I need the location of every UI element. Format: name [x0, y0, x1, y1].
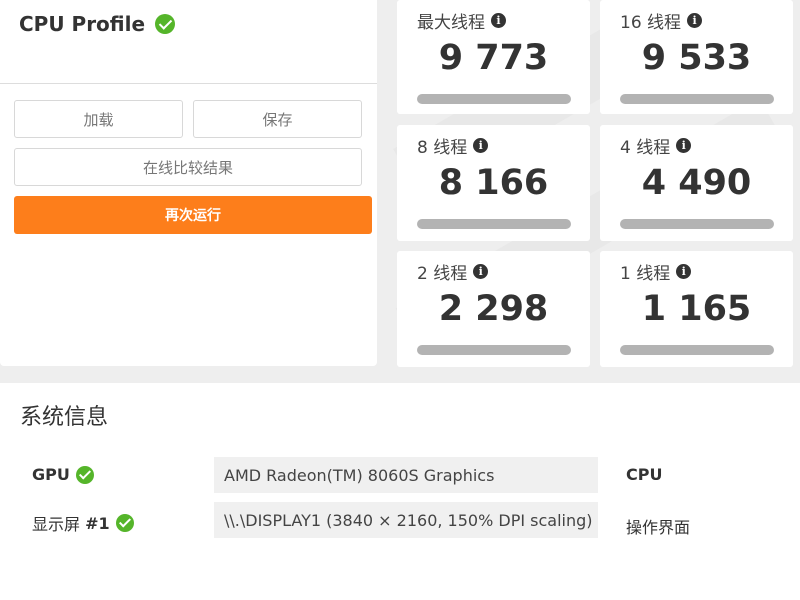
- tile-label: 16 线程 i: [620, 8, 703, 33]
- score-value: 9 533: [641, 38, 752, 78]
- gpu-label: GPU: [32, 465, 94, 484]
- score-tile-16-threads: 16 线程 i 9 533: [600, 0, 793, 114]
- cpu-label: CPU: [626, 465, 663, 484]
- gpu-value: AMD Radeon(TM) 8060S Graphics: [214, 457, 598, 493]
- section-title: 系统信息: [20, 405, 109, 430]
- score-value: 2 298: [438, 289, 549, 329]
- cpu-profile-panel: CPU Profile 加载 保存 在线比较结果 再次运行: [0, 0, 377, 366]
- tile-label: 4 线程 i: [620, 133, 692, 158]
- score-tile-1-thread: 1 线程 i 1 165: [600, 251, 793, 367]
- score-tile-max-threads: 最大线程 i 9 773: [397, 0, 590, 114]
- page-title: CPU Profile: [19, 12, 176, 36]
- info-icon[interactable]: i: [676, 264, 692, 279]
- info-icon[interactable]: i: [473, 138, 489, 153]
- check-circle-icon: [115, 514, 134, 532]
- tile-label: 2 线程 i: [417, 259, 489, 284]
- tile-label: 1 线程 i: [620, 259, 692, 284]
- tile-label-text: 8 线程: [417, 138, 468, 158]
- info-icon[interactable]: i: [687, 13, 703, 28]
- score-bar: [620, 345, 774, 355]
- score-value: 8 166: [438, 163, 549, 203]
- tile-label: 8 线程 i: [417, 133, 489, 158]
- check-circle-icon: [155, 14, 176, 34]
- tile-label-text: 最大线程: [417, 13, 485, 33]
- info-icon[interactable]: i: [676, 138, 692, 153]
- info-icon[interactable]: i: [491, 13, 506, 28]
- display-label: 显示屏 #1: [32, 511, 134, 535]
- tile-label-text: 1 线程: [620, 264, 671, 284]
- display-value: \\.\DISPLAY1 (3840 × 2160, 150% DPI scal…: [214, 502, 598, 538]
- score-value: 9 773: [438, 38, 549, 78]
- page-title-text: CPU Profile: [19, 12, 146, 36]
- tile-label-text: 4 线程: [620, 138, 671, 158]
- score-bar: [620, 94, 774, 104]
- tile-label-text: 2 线程: [417, 264, 468, 284]
- score-value: 4 490: [641, 163, 752, 203]
- score-tile-2-threads: 2 线程 i 2 298: [397, 251, 590, 367]
- score-tile-4-threads: 4 线程 i 4 490: [600, 125, 793, 241]
- info-icon[interactable]: i: [473, 264, 489, 279]
- score-bar: [417, 345, 571, 355]
- score-bar: [417, 94, 571, 104]
- score-bar: [620, 219, 774, 229]
- display-label-prefix: 显示屏: [32, 515, 86, 534]
- load-button[interactable]: 加载: [14, 100, 183, 138]
- check-circle-icon: [75, 465, 94, 484]
- compare-online-button[interactable]: 在线比较结果: [14, 148, 362, 186]
- score-tile-8-threads: 8 线程 i 8 166: [397, 125, 590, 241]
- save-button[interactable]: 保存: [193, 100, 362, 138]
- os-label: 操作界面: [626, 518, 691, 537]
- display-label-number: #1: [85, 513, 110, 533]
- tile-label-text: 16 线程: [620, 13, 682, 33]
- tile-label: 最大线程 i: [417, 8, 506, 33]
- gpu-label-text: GPU: [32, 465, 70, 484]
- panel-header: CPU Profile: [0, 0, 377, 84]
- score-bar: [417, 219, 571, 229]
- run-again-button[interactable]: 再次运行: [14, 196, 372, 234]
- system-info-section: 系统信息 GPU AMD Radeon(TM) 8060S Graphics C…: [0, 383, 800, 600]
- score-value: 1 165: [641, 289, 752, 329]
